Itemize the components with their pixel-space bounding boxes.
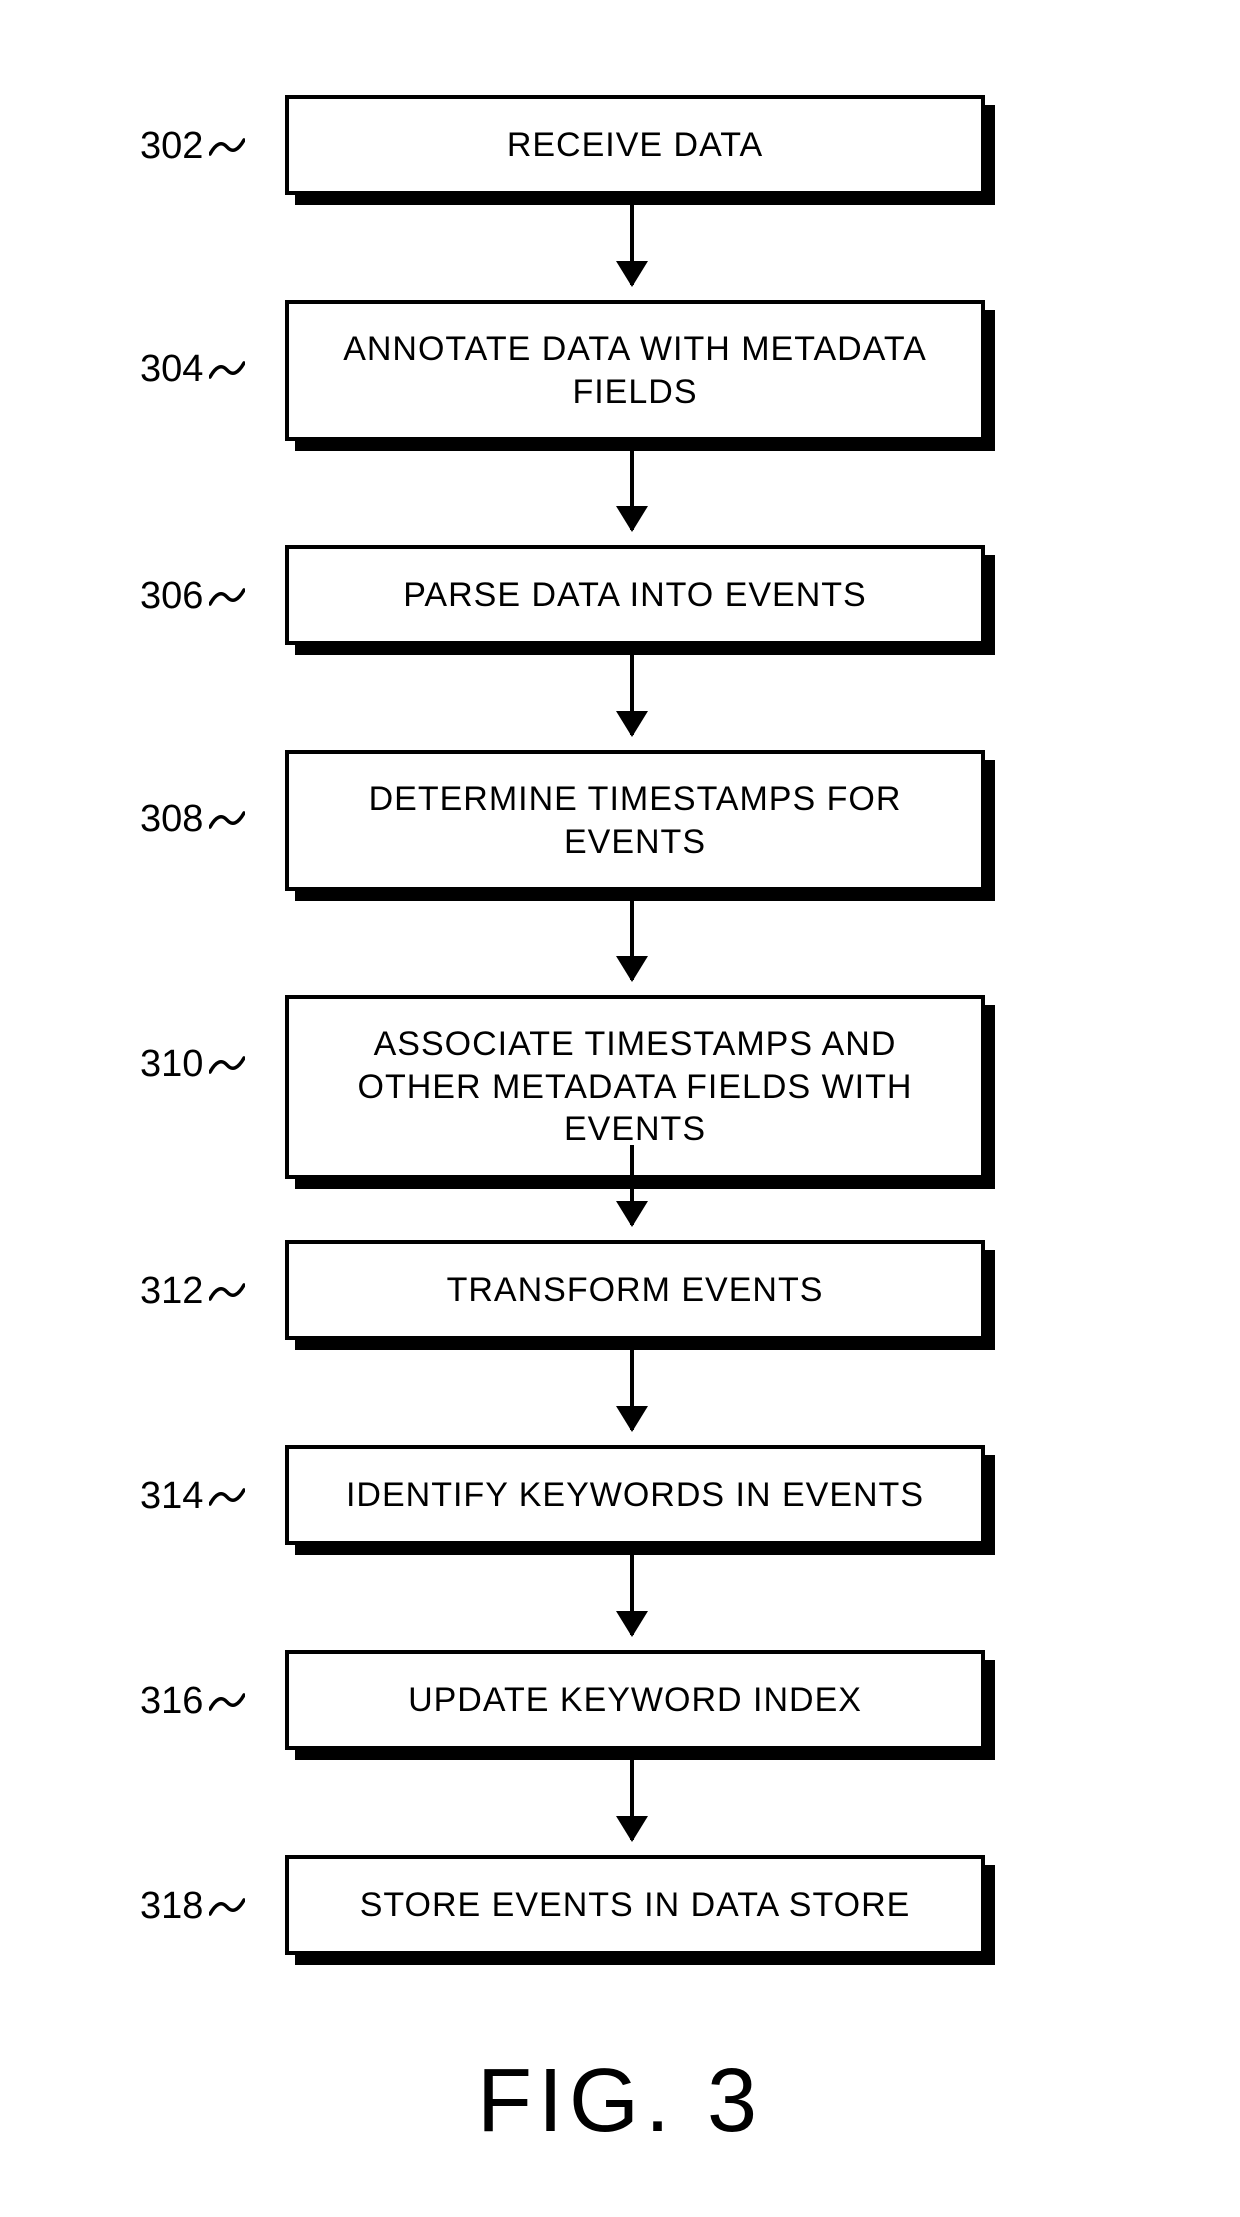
step-314: IDENTIFY KEYWORDS IN EVENTS <box>285 1445 985 1545</box>
lead-line-icon <box>209 1896 245 1918</box>
lead-line-icon <box>209 809 245 831</box>
flowchart-canvas: 302 RECEIVE DATA 304 ANNOTATE DATA WITH … <box>0 0 1240 2217</box>
ref-314: 314 <box>140 1475 245 1518</box>
arrow-icon <box>630 450 634 530</box>
step-304: ANNOTATE DATA WITH METADATA FIELDS <box>285 300 985 441</box>
lead-line-icon <box>209 1691 245 1713</box>
ref-312: 312 <box>140 1270 245 1313</box>
step-box: ANNOTATE DATA WITH METADATA FIELDS <box>285 300 985 441</box>
ref-304: 304 <box>140 348 245 391</box>
step-box: TRANSFORM EVENTS <box>285 1240 985 1340</box>
arrow-icon <box>630 1145 634 1225</box>
step-text: PARSE DATA INTO EVENTS <box>403 574 866 617</box>
ref-number: 316 <box>140 1680 203 1723</box>
lead-line-icon <box>209 1486 245 1508</box>
step-box: PARSE DATA INTO EVENTS <box>285 545 985 645</box>
arrow-icon <box>630 205 634 285</box>
lead-line-icon <box>209 586 245 608</box>
lead-line-icon <box>209 136 245 158</box>
step-318: STORE EVENTS IN DATA STORE <box>285 1855 985 1955</box>
ref-316: 316 <box>140 1680 245 1723</box>
arrow-icon <box>630 900 634 980</box>
ref-number: 310 <box>140 1043 203 1086</box>
step-box: IDENTIFY KEYWORDS IN EVENTS <box>285 1445 985 1545</box>
step-text: IDENTIFY KEYWORDS IN EVENTS <box>346 1474 924 1517</box>
step-text: TRANSFORM EVENTS <box>447 1269 824 1312</box>
step-box: STORE EVENTS IN DATA STORE <box>285 1855 985 1955</box>
ref-number: 302 <box>140 125 203 168</box>
lead-line-icon <box>209 1054 245 1076</box>
ref-number: 314 <box>140 1475 203 1518</box>
step-box: DETERMINE TIMESTAMPS FOR EVENTS <box>285 750 985 891</box>
step-316: UPDATE KEYWORD INDEX <box>285 1650 985 1750</box>
step-box: RECEIVE DATA <box>285 95 985 195</box>
step-box: UPDATE KEYWORD INDEX <box>285 1650 985 1750</box>
ref-number: 306 <box>140 575 203 618</box>
step-text: UPDATE KEYWORD INDEX <box>408 1679 862 1722</box>
ref-306: 306 <box>140 575 245 618</box>
step-text: RECEIVE DATA <box>507 124 763 167</box>
lead-line-icon <box>209 1281 245 1303</box>
step-302: RECEIVE DATA <box>285 95 985 195</box>
step-box: ASSOCIATE TIMESTAMPS AND OTHER METADATA … <box>285 995 985 1179</box>
ref-number: 304 <box>140 348 203 391</box>
ref-310: 310 <box>140 1043 245 1086</box>
ref-302: 302 <box>140 125 245 168</box>
arrow-icon <box>630 1350 634 1430</box>
arrow-icon <box>630 1555 634 1635</box>
ref-number: 318 <box>140 1885 203 1928</box>
ref-318: 318 <box>140 1885 245 1928</box>
ref-number: 312 <box>140 1270 203 1313</box>
step-306: PARSE DATA INTO EVENTS <box>285 545 985 645</box>
step-text: STORE EVENTS IN DATA STORE <box>360 1884 911 1927</box>
arrow-icon <box>630 655 634 735</box>
ref-308: 308 <box>140 798 245 841</box>
step-text: ASSOCIATE TIMESTAMPS AND OTHER METADATA … <box>319 1023 951 1151</box>
step-text: ANNOTATE DATA WITH METADATA FIELDS <box>319 328 951 413</box>
arrow-icon <box>630 1760 634 1840</box>
step-308: DETERMINE TIMESTAMPS FOR EVENTS <box>285 750 985 891</box>
step-312: TRANSFORM EVENTS <box>285 1240 985 1340</box>
step-text: DETERMINE TIMESTAMPS FOR EVENTS <box>319 778 951 863</box>
figure-caption: FIG. 3 <box>0 2050 1240 2153</box>
step-310: ASSOCIATE TIMESTAMPS AND OTHER METADATA … <box>285 995 985 1179</box>
ref-number: 308 <box>140 798 203 841</box>
lead-line-icon <box>209 359 245 381</box>
